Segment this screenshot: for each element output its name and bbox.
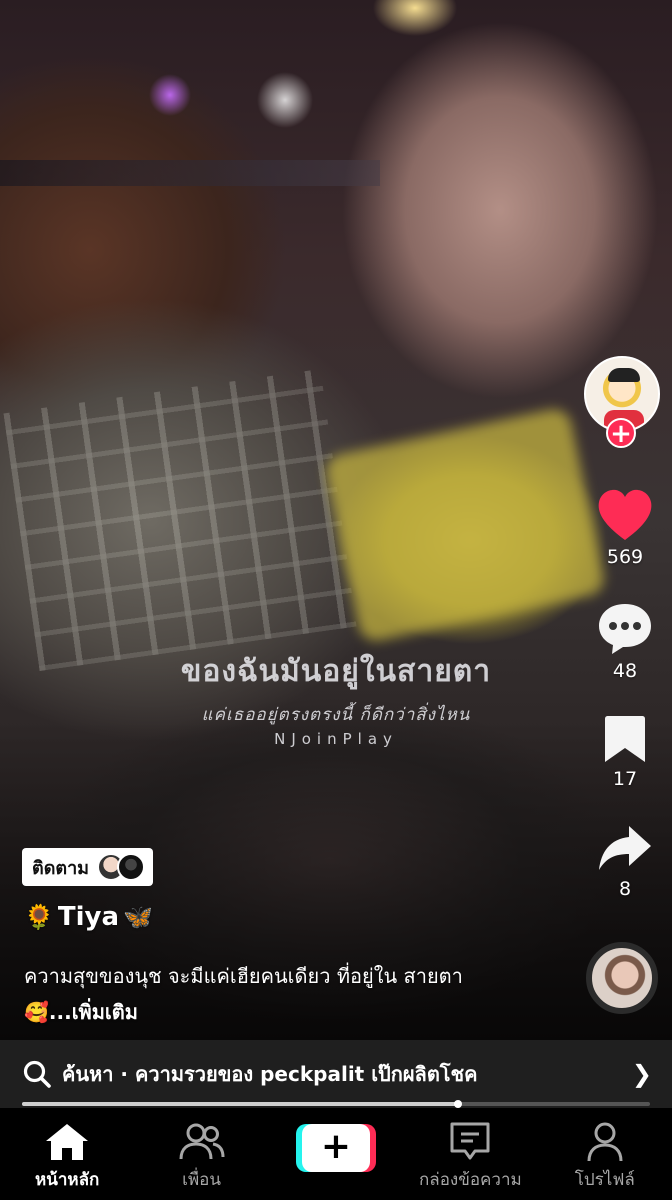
nav-home-label: หน้าหลัก: [35, 1170, 100, 1190]
video-stage-rig: [0, 160, 380, 186]
overlay-line-1: ของฉันมันอยู่ในสายตา: [180, 654, 492, 689]
following-tag[interactable]: ติดตาม: [22, 848, 154, 886]
share-arrow-icon[interactable]: [597, 824, 653, 874]
butterfly-emoji: 🦋: [123, 903, 153, 931]
nav-inbox-label: กล่องข้อความ: [418, 1170, 522, 1190]
search-icon: [23, 1060, 51, 1088]
see-more-link[interactable]: ...เพิ่มเติม: [49, 1000, 138, 1024]
create-button[interactable]: +: [295, 1120, 376, 1172]
video-text-overlay: ของฉันมันอยู่ในสายตา แค่เธออยู่ตรงตรงนี้…: [0, 648, 672, 748]
profile-icon[interactable]: [538, 1120, 672, 1164]
comment-button[interactable]: 48: [578, 600, 672, 682]
mutual-avatars: [97, 853, 146, 881]
mutual-avatar-2: [117, 853, 146, 881]
friends-icon[interactable]: [135, 1120, 269, 1164]
bookmark-icon[interactable]: [603, 714, 647, 764]
bottom-navigation: หน้าหลัก เพื่อน + กล่องข้อความ โปรไฟล์: [0, 1110, 672, 1200]
nav-friends[interactable]: เพื่อน: [135, 1120, 269, 1193]
post-description[interactable]: ความสุขของนุช จะมีแค่เฮียคนเดียว ที่อยู่…: [24, 958, 544, 1030]
nav-profile[interactable]: โปรไฟล์: [538, 1120, 672, 1193]
nav-profile-label: โปรไฟล์: [574, 1170, 635, 1190]
chevron-right-icon[interactable]: ❯: [632, 1060, 652, 1088]
heart-icon[interactable]: [595, 488, 655, 542]
creator-avatar-button[interactable]: +: [584, 356, 664, 448]
save-button[interactable]: 17: [578, 714, 672, 790]
video-progress-bar[interactable]: [22, 1100, 650, 1108]
like-button[interactable]: 569: [578, 488, 672, 568]
home-icon[interactable]: [0, 1120, 134, 1164]
music-disc[interactable]: [586, 942, 658, 1014]
search-suggestion-text[interactable]: ค้นหา · ความรวยของ peckpalit เป๊กผลิตโชค: [62, 1058, 632, 1090]
follow-plus-button[interactable]: +: [606, 418, 636, 448]
video-plaid-shirt: [3, 368, 357, 672]
video-progress-fill: [22, 1102, 459, 1106]
avatar-hair: [608, 368, 640, 382]
comment-icon[interactable]: [596, 600, 654, 656]
search-suggestion-bar[interactable]: ค้นหา · ความรวยของ peckpalit เป๊กผลิตโชค…: [0, 1040, 672, 1108]
like-count: 569: [606, 546, 644, 568]
sunflower-emoji: 🌻: [24, 903, 54, 931]
save-count: 17: [612, 768, 638, 790]
video-yellow-sleeve: [322, 406, 608, 644]
username[interactable]: 🌻 Tiya 🦋: [24, 902, 153, 932]
follow-label: ติดตาม: [32, 857, 90, 879]
nav-friends-label: เพื่อน: [182, 1170, 221, 1190]
share-count: 8: [618, 878, 632, 900]
username-text[interactable]: Tiya: [58, 902, 119, 932]
nav-home[interactable]: หน้าหลัก: [0, 1120, 134, 1193]
share-button[interactable]: 8: [578, 824, 672, 900]
plus-icon[interactable]: +: [301, 1124, 370, 1172]
inbox-icon[interactable]: [403, 1120, 537, 1164]
overlay-line-2: แค่เธออยู่ตรงตรงนี้ ก็ดีกว่าสิ่งไหน: [201, 705, 471, 725]
comment-count: 48: [612, 660, 638, 682]
nav-create[interactable]: +: [269, 1120, 403, 1172]
nav-inbox[interactable]: กล่องข้อความ: [403, 1120, 537, 1193]
overlay-line-3: NJoinPlay: [274, 730, 398, 748]
